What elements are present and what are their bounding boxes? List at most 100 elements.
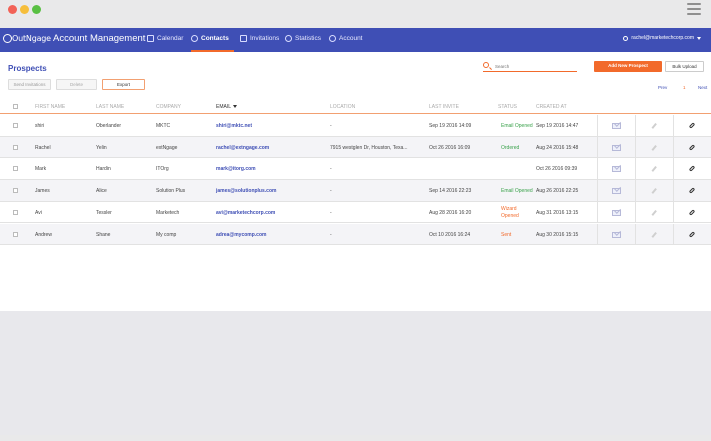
nav-statistics[interactable]: Statistics — [285, 35, 321, 42]
cell-last-invite: Aug 28 2016 16:20 — [429, 209, 472, 216]
app-window: OutNgage Account Management Calendar Con… — [0, 0, 711, 441]
header-created-at[interactable]: CREATED AT — [536, 104, 567, 110]
minimize-window-dot[interactable] — [20, 5, 29, 14]
table-row[interactable]: James Alice Solution Plus james@solutionplu… — [0, 180, 711, 202]
column-divider — [673, 201, 674, 223]
row-checkbox[interactable] — [13, 123, 18, 128]
select-all-checkbox[interactable] — [13, 104, 18, 109]
cell-status: Email Opened — [501, 123, 533, 129]
edit-pencil-icon[interactable] — [651, 144, 657, 151]
table-row[interactable]: Andrew Shane My comp adrea@mycomp.com - Oct 1… — [0, 223, 711, 245]
cell-last-invite: Sep 19 2016 14:09 — [429, 123, 472, 129]
header-status[interactable]: STATUS — [498, 104, 517, 110]
send-email-icon[interactable] — [612, 231, 621, 238]
cell-status: Sent — [501, 231, 512, 238]
edit-pencil-icon[interactable] — [651, 188, 657, 194]
logo-text: OutNgage — [12, 34, 51, 43]
table-row[interactable]: Rachel Yelin extNgage rachel@extngage.com 79… — [0, 136, 711, 159]
cell-status-line2: Opened — [501, 212, 519, 219]
column-divider — [635, 180, 636, 201]
cell-email-link[interactable]: rachel@extngage.com — [216, 145, 269, 151]
row-checkbox[interactable] — [13, 231, 18, 237]
send-email-icon[interactable] — [612, 123, 621, 129]
export-button[interactable]: Export — [102, 79, 145, 90]
nav-calendar[interactable]: Calendar — [147, 35, 183, 42]
user-icon — [623, 35, 629, 41]
copy-link-icon[interactable] — [688, 209, 696, 216]
row-checkbox[interactable] — [13, 144, 18, 150]
add-new-prospect-button[interactable]: Add New Prospect — [594, 61, 662, 72]
send-invitations-button[interactable]: Send Invitations — [8, 79, 51, 90]
header-email[interactable]: EMAIL — [216, 104, 238, 110]
cell-email-link[interactable]: james@solutionplus.com — [216, 188, 276, 194]
table-header: FIRST NAME LAST NAME COMPANY EMAIL LOCAT… — [0, 100, 711, 114]
cell-first-name: shiri — [35, 123, 45, 129]
nav-contacts[interactable]: Contacts — [191, 35, 229, 42]
bulk-upload-button[interactable]: Bulk Upload — [665, 61, 704, 72]
copy-link-icon[interactable] — [688, 187, 696, 194]
column-divider — [635, 115, 636, 136]
app-logo[interactable]: OutNgage — [3, 34, 51, 43]
edit-pencil-icon[interactable] — [651, 122, 657, 129]
cell-created-at: Aug 31 2016 13:15 — [536, 209, 579, 216]
copy-link-icon[interactable] — [688, 144, 696, 151]
header-last-invite[interactable]: LAST INVITE — [429, 104, 459, 110]
cell-email-link[interactable]: avi@marketechcorp.com — [216, 210, 275, 216]
copy-link-icon[interactable] — [688, 230, 696, 238]
user-menu[interactable]: rachel@marketechcorp.com — [623, 35, 701, 41]
maximize-window-dot[interactable] — [32, 5, 41, 14]
pager-current-page[interactable]: 1 — [683, 85, 686, 90]
user-email: rachel@marketechcorp.com — [631, 35, 694, 41]
nav-account[interactable]: Account — [329, 35, 363, 42]
copy-link-icon[interactable] — [688, 122, 696, 129]
cell-company: ITOrg — [156, 166, 169, 173]
sort-desc-icon — [233, 105, 238, 108]
edit-pencil-icon[interactable] — [651, 166, 657, 172]
logo-ring-icon — [3, 34, 12, 43]
statistics-icon — [285, 35, 292, 42]
search-box[interactable] — [483, 61, 577, 72]
app-frame: OutNgage Account Management Calendar Con… — [0, 28, 711, 435]
app-title: Account Management — [53, 33, 146, 44]
table-row[interactable]: Mark Hardin ITOrg mark@itorg.com - Oct 26 201… — [0, 158, 711, 180]
cell-email-link[interactable]: mark@itorg.com — [216, 166, 256, 172]
nav-invitations-label: Invitations — [250, 35, 280, 42]
copy-link-icon[interactable] — [688, 165, 696, 173]
window-titlebar — [0, 0, 711, 28]
row-checkbox[interactable] — [13, 188, 18, 194]
menu-icon[interactable] — [687, 3, 701, 15]
nav-invitations[interactable]: Invitations — [240, 35, 279, 42]
send-email-icon[interactable] — [612, 209, 621, 216]
cell-last-name: Tessler — [96, 209, 112, 216]
cell-email-link[interactable]: adrea@mycomp.com — [216, 232, 266, 238]
close-window-dot[interactable] — [8, 5, 17, 14]
column-divider — [673, 180, 674, 201]
cell-last-invite: Oct 26 2016 16:09 — [429, 144, 471, 151]
table-row[interactable]: Avi Tessler Marketech avi@marketechcorp.com… — [0, 201, 711, 224]
cell-status: Ordered — [501, 144, 520, 151]
chevron-down-icon — [697, 36, 701, 40]
delete-button[interactable]: Delete — [56, 79, 97, 90]
send-email-icon[interactable] — [612, 166, 621, 173]
column-divider — [673, 136, 674, 158]
nav-calendar-label: Calendar — [157, 35, 184, 42]
row-checkbox[interactable] — [13, 209, 18, 215]
nav-contacts-label: Contacts — [201, 35, 229, 42]
pager-next[interactable]: Next — [698, 85, 707, 90]
header-email-label: EMAIL — [216, 104, 232, 110]
header-last-name[interactable]: LAST NAME — [96, 104, 124, 110]
header-company[interactable]: COMPANY — [156, 104, 181, 110]
send-email-icon[interactable] — [612, 144, 621, 151]
cell-created-at: Oct 26 2016 09:39 — [536, 166, 578, 173]
column-divider — [635, 158, 636, 179]
send-email-icon[interactable] — [612, 188, 621, 195]
edit-pencil-icon[interactable] — [651, 231, 657, 238]
cell-email-link[interactable]: shiri@mktc.net — [216, 123, 252, 129]
pager-prev[interactable]: Prev — [658, 85, 667, 90]
search-input[interactable] — [495, 61, 575, 71]
table-row[interactable]: shiri Oberlander MKTC shiri@mktc.net - Sep 19… — [0, 115, 711, 137]
row-checkbox[interactable] — [13, 166, 18, 172]
header-first-name[interactable]: FIRST NAME — [35, 104, 65, 110]
edit-pencil-icon[interactable] — [651, 209, 657, 216]
header-location[interactable]: LOCATION — [330, 104, 355, 110]
